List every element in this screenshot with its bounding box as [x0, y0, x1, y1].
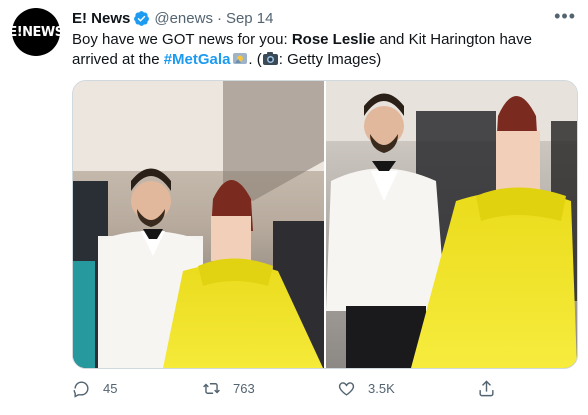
reply-count: 45 [103, 380, 118, 396]
display-name[interactable]: E! News [72, 10, 130, 27]
camera-emoji-icon [262, 52, 278, 65]
more-options-icon[interactable]: ••• [554, 6, 576, 27]
tweet-actions: 45 763 3.5K [72, 376, 577, 400]
retweet-icon [203, 382, 220, 394]
reply-icon [73, 380, 89, 398]
heart-icon [338, 381, 355, 396]
photo-right[interactable] [326, 81, 577, 368]
hashtag-link[interactable]: #MetGala [164, 51, 231, 68]
photo-right-image [326, 81, 577, 368]
handle[interactable]: @enews [154, 10, 213, 27]
tweet-date[interactable]: Sep 14 [226, 10, 274, 27]
met-gala-emoji-icon [233, 53, 248, 64]
reply-button[interactable]: 45 [72, 376, 117, 400]
tweet-text: Boy have we GOT news for you: Rose Lesli… [72, 31, 532, 68]
verified-badge-icon [134, 10, 150, 26]
separator-dot: · [216, 9, 222, 27]
media-grid [72, 80, 578, 369]
share-button[interactable] [477, 376, 508, 400]
share-icon [479, 379, 494, 396]
like-count: 3.5K [368, 380, 395, 396]
tweet-header: E! News @enews · Sep 14 ••• [72, 6, 576, 28]
photo-left[interactable] [73, 81, 324, 368]
like-button[interactable]: 3.5K [337, 376, 395, 400]
avatar[interactable]: E!NEWS [8, 8, 64, 56]
mention-name: Rose Leslie [291, 31, 376, 48]
photo-left-image [73, 81, 324, 368]
retweet-count: 763 [233, 380, 255, 396]
retweet-button[interactable]: 763 [202, 376, 255, 400]
